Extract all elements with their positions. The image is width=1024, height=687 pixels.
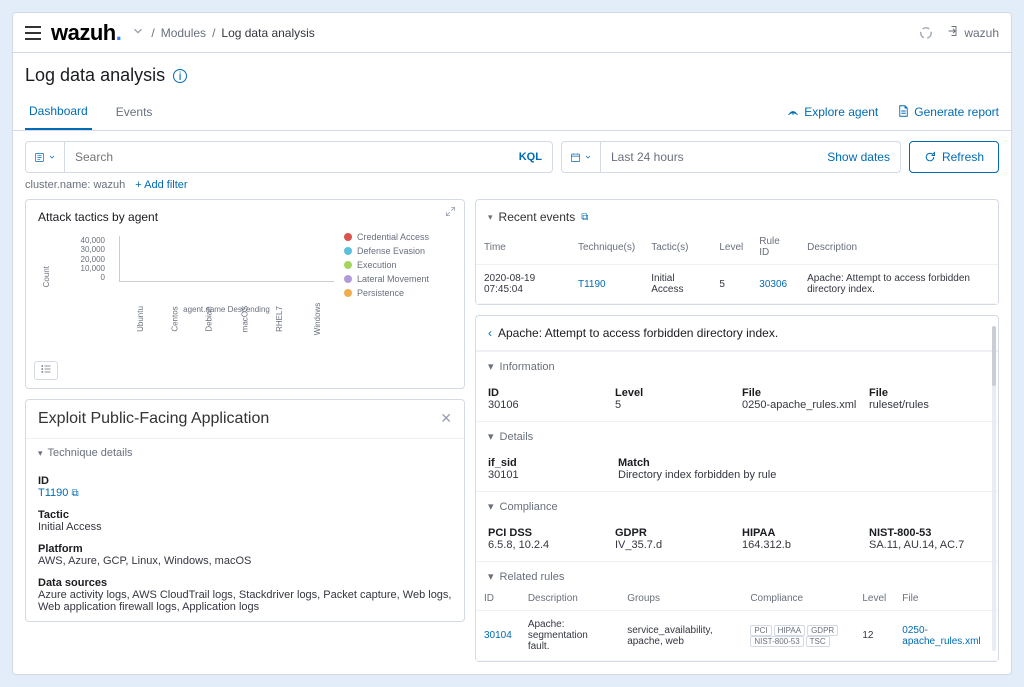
maximize-icon[interactable]	[445, 206, 456, 220]
info-section[interactable]: ▾Information	[476, 351, 998, 381]
technique-id-link[interactable]: T1190	[38, 487, 68, 499]
x-axis-title: agent.name Descending	[119, 305, 334, 314]
tab-events[interactable]: Events	[112, 95, 157, 129]
technique-details-section[interactable]: ▾Technique details	[26, 438, 464, 467]
breadcrumb-modules[interactable]: Modules	[161, 26, 206, 40]
chart-legend: Credential AccessDefense EvasionExecutio…	[344, 232, 444, 302]
external-link-icon[interactable]: ⧉	[581, 212, 588, 223]
user-label[interactable]: wazuh	[964, 26, 999, 40]
close-icon[interactable]: ✕	[440, 410, 452, 427]
collapse-icon[interactable]: ▾	[488, 212, 493, 223]
col-time[interactable]: Time	[476, 230, 570, 265]
legend-toggle-icon[interactable]	[34, 361, 58, 380]
generate-report-button[interactable]: Generate report	[898, 105, 999, 120]
chart-bars	[119, 236, 334, 282]
calendar-icon[interactable]	[562, 142, 601, 172]
col-desc[interactable]: Description	[799, 230, 998, 265]
external-link-icon[interactable]: ⧉	[71, 488, 78, 499]
x-axis-labels: UbuntuCentosDebianmacOSRHEL7Windows	[119, 319, 334, 328]
compliance-section[interactable]: ▾Compliance	[476, 491, 998, 521]
page-title: Log data analysis	[25, 65, 165, 86]
related-rule-row[interactable]: 30104 Apache: segmentation fault. servic…	[476, 611, 998, 661]
add-filter-link[interactable]: + Add filter	[135, 179, 187, 191]
filter-options-icon[interactable]	[26, 142, 65, 172]
show-dates-link[interactable]: Show dates	[817, 150, 900, 164]
col-ruleid[interactable]: Rule ID	[751, 230, 799, 265]
document-icon	[898, 105, 909, 120]
explore-agent-button[interactable]: Explore agent	[787, 105, 878, 120]
chevron-down-icon[interactable]	[131, 24, 145, 41]
details-section[interactable]: ▾Details	[476, 421, 998, 451]
technique-title: Exploit Public-Facing Application	[26, 400, 464, 438]
chart-title: Attack tactics by agent	[38, 210, 452, 224]
y-axis-ticks: 40,00030,00020,00010,0000	[61, 232, 109, 302]
logo: wazuh.	[51, 20, 121, 46]
col-technique[interactable]: Technique(s)	[570, 230, 643, 265]
col-level[interactable]: Level	[711, 230, 751, 265]
y-axis-label: Count	[40, 246, 51, 287]
loading-icon	[919, 26, 933, 40]
event-row[interactable]: 2020-08-19 07:45:04 T1190 Initial Access…	[476, 265, 998, 304]
back-button[interactable]: ‹ Apache: Attempt to access forbidden di…	[476, 316, 998, 351]
time-range[interactable]: Last 24 hours	[601, 150, 817, 164]
logout-icon[interactable]	[947, 25, 959, 40]
info-icon[interactable]: i	[173, 69, 187, 83]
chevron-left-icon: ‹	[488, 326, 492, 340]
kql-toggle[interactable]: KQL	[519, 151, 552, 163]
breadcrumb-current: Log data analysis	[221, 26, 314, 40]
recent-events-title: Recent events	[499, 210, 576, 224]
refresh-button[interactable]: Refresh	[909, 141, 999, 173]
search-input[interactable]	[65, 150, 519, 164]
tab-dashboard[interactable]: Dashboard	[25, 94, 92, 130]
col-tactic[interactable]: Tactic(s)	[643, 230, 711, 265]
menu-toggle[interactable]	[25, 26, 41, 40]
breadcrumb: / Modules / Log data analysis	[131, 24, 314, 41]
antenna-icon	[787, 105, 799, 120]
filter-chip[interactable]: cluster.name: wazuh	[25, 179, 125, 191]
